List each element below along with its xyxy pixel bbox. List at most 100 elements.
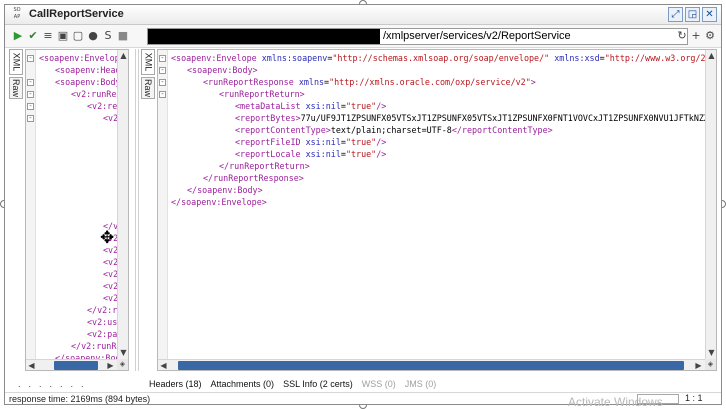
scroll-right-icon[interactable]: ▶	[105, 360, 116, 370]
code-line: </runReportResponse>	[203, 172, 304, 184]
code-line: </v2:runRe	[71, 340, 121, 352]
response-tab-raw[interactable]: Raw	[141, 77, 155, 99]
code-token: />	[376, 149, 387, 159]
add-icon[interactable]: +	[689, 29, 703, 43]
response-hscroll-thumb[interactable]	[178, 361, 684, 370]
fold-toggle-icon[interactable]: -	[27, 103, 34, 110]
request-editor[interactable]: - <soapenv:Envelop <soapenv:Head - <soapenv:…	[25, 49, 129, 371]
activation-watermark: Activate Windows	[568, 395, 663, 409]
validate-icon[interactable]: ✔	[26, 29, 40, 43]
response-vscroll[interactable]: ▲ ▼	[705, 50, 716, 359]
box-icon[interactable]: ▢	[71, 29, 85, 43]
fold-toggle-icon[interactable]: -	[27, 55, 34, 62]
response-corner-icon: ◈	[705, 359, 716, 370]
code-token: xsi:nil	[305, 149, 341, 159]
code-token: xmlns:xsd	[554, 53, 600, 63]
code-line: <reportContentType>text/plain;charset=UT…	[235, 124, 553, 136]
request-tab-xml[interactable]: XML	[9, 49, 23, 75]
redacted-host	[148, 29, 380, 44]
code-token: <runReportReturn>	[219, 89, 305, 99]
close-icon[interactable]: ✕	[702, 7, 717, 22]
code-token: </soapenv:Envelope>	[171, 197, 267, 207]
scroll-down-icon[interactable]: ▼	[118, 347, 128, 358]
code-token: </soapenv:Body>	[187, 185, 263, 195]
maximize-icon[interactable]: ⤢	[668, 7, 683, 22]
code-token: <soapenv:Head	[55, 65, 121, 75]
code-token: />	[376, 137, 387, 147]
format-icon[interactable]: ≡	[41, 29, 55, 43]
scroll-right-icon[interactable]: ▶	[693, 360, 704, 370]
fold-toggle-icon[interactable]: -	[159, 55, 166, 62]
code-token: "http://xmlns.oracle.com/oxp/service/v2"	[329, 77, 531, 87]
endpoint-path: /xmlpserver/services/v2/ReportService	[383, 30, 571, 42]
request-window: SO AP CallReportService ⤢ ◲ ✕ ▶ ✔ ≡ ▣ ▢ ● S ■ /…	[4, 4, 722, 405]
stop-icon[interactable]: ■	[116, 29, 130, 43]
response-editor[interactable]: - <soapenv:Envelope xmlns:soapenv="http:/…	[157, 49, 717, 371]
code-line: </soapenv:Envelope>	[171, 196, 267, 208]
code-token: <v2:runRep	[71, 89, 122, 99]
code-token: <soapenv:Envelope	[171, 53, 262, 63]
code-line: <soapenv:Body>	[187, 64, 258, 76]
scroll-left-icon[interactable]: ◀	[158, 360, 169, 370]
request-pane: XML Raw - <soapenv:Envelop <soapenv:Head - <…	[9, 49, 129, 371]
request-tabs-collapsed[interactable]: .......	[18, 379, 92, 389]
scroll-down-icon[interactable]: ▼	[706, 347, 716, 358]
tab-jms[interactable]: JMS (0)	[405, 379, 437, 389]
code-line: <runReportResponse xmlns="http://xmlns.o…	[203, 76, 536, 88]
fold-toggle-icon[interactable]: -	[27, 115, 34, 122]
title-bar[interactable]: SO AP CallReportService ⤢ ◲ ✕	[5, 5, 721, 25]
code-line: </runReportReturn>	[219, 160, 310, 172]
fold-toggle-icon[interactable]: -	[159, 79, 166, 86]
code-token: xmlns:soapenv	[261, 53, 328, 63]
code-line: <soapenv:Body	[55, 76, 121, 88]
request-tab-raw[interactable]: Raw	[9, 77, 23, 99]
request-toolbar: ▶ ✔ ≡ ▣ ▢ ● S ■ /xmlpserver/services/v2/ReportS…	[5, 25, 721, 48]
tab-wss[interactable]: WSS (0)	[362, 379, 396, 389]
code-token: xsi:nil	[305, 101, 341, 111]
code-token: <reportBytes>	[235, 113, 301, 123]
user-icon[interactable]: ●	[86, 29, 100, 43]
fold-toggle-icon[interactable]: -	[27, 79, 34, 86]
tab-ssl-info[interactable]: SSL Info (2 certs)	[283, 379, 353, 389]
pane-splitter[interactable]	[135, 49, 139, 371]
scroll-up-icon[interactable]: ▲	[118, 50, 128, 61]
response-tab-xml[interactable]: XML	[141, 49, 155, 75]
response-view-tabs: XML Raw	[141, 49, 156, 101]
code-token: 77u/UF9JT1ZPSUNFX05VTSxJT1ZPSUNFX05VTSxJ…	[300, 113, 717, 123]
code-token: <reportFileID	[235, 137, 306, 147]
code-token: "true"	[345, 149, 377, 159]
code-token: </runReportReturn>	[219, 161, 310, 171]
settings-icon[interactable]: ⚙	[703, 29, 717, 43]
restore-icon[interactable]: ◲	[685, 7, 700, 22]
cursor-position: 1 : 1	[685, 393, 703, 403]
scroll-up-icon[interactable]: ▲	[706, 50, 716, 61]
code-token: "http://www.w3.org/200	[604, 53, 716, 63]
refresh-icon[interactable]: ↻	[675, 29, 689, 43]
code-token: <soapenv:Envelop	[39, 53, 120, 63]
grid-icon[interactable]: ▣	[56, 29, 70, 43]
fold-toggle-icon[interactable]: -	[159, 67, 166, 74]
request-vscroll[interactable]: ▲ ▼	[117, 50, 128, 359]
soap-icon[interactable]: S	[101, 29, 115, 43]
run-icon[interactable]: ▶	[11, 29, 25, 43]
code-token: "true"	[345, 101, 377, 111]
code-line: </soapenv:Body>	[187, 184, 263, 196]
code-token: >	[530, 77, 536, 87]
endpoint-field[interactable]: /xmlpserver/services/v2/ReportService	[147, 28, 688, 45]
code-token: <metaDataList	[235, 101, 306, 111]
request-corner-icon: ◈	[117, 359, 128, 370]
fold-toggle-icon[interactable]: -	[27, 91, 34, 98]
code-token: "http://schemas.xmlsoap.org/soap/envelop…	[332, 53, 550, 63]
response-bottom-tabs: Headers (18) Attachments (0) SSL Info (2…	[149, 379, 436, 389]
code-token: xmlns	[298, 77, 325, 87]
response-hscroll[interactable]: ◀ ▶	[158, 359, 705, 370]
soap-app-icon: SO AP	[13, 7, 21, 20]
tab-attachments[interactable]: Attachments (0)	[211, 379, 275, 389]
request-hscroll[interactable]: ◀ ▶	[26, 359, 117, 370]
code-token: text/plain;charset=UTF-8	[330, 125, 452, 135]
tab-headers[interactable]: Headers (18)	[149, 379, 202, 389]
request-hscroll-thumb[interactable]	[54, 361, 98, 370]
scroll-left-icon[interactable]: ◀	[26, 360, 37, 370]
code-token: xsi:nil	[305, 137, 341, 147]
fold-toggle-icon[interactable]: -	[159, 91, 166, 98]
